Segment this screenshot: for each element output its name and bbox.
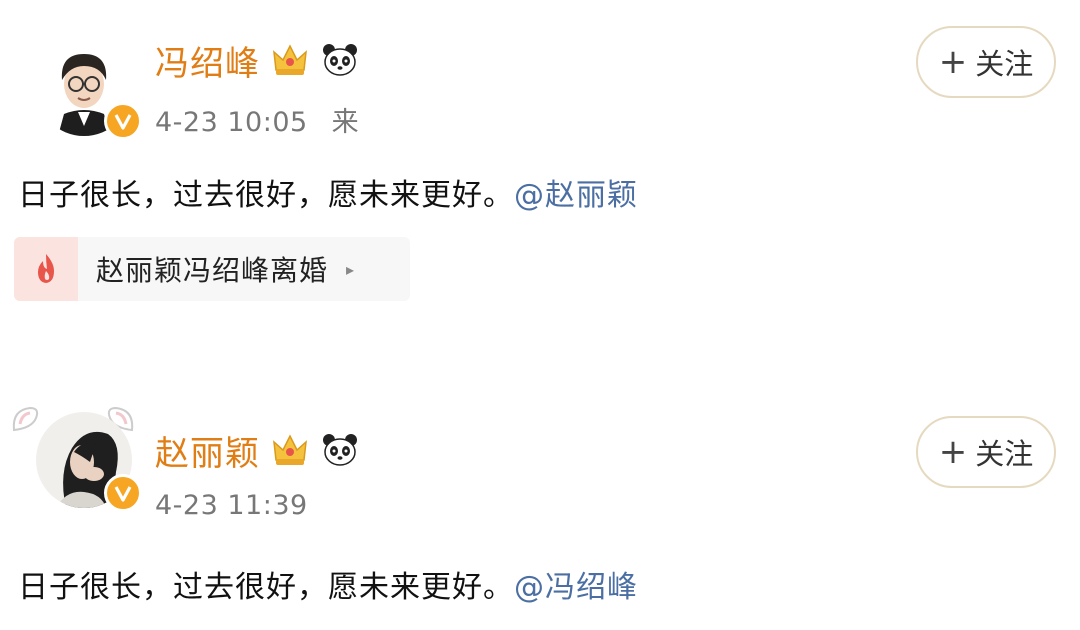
post-source: 来 [331, 107, 360, 138]
post-meta: 4-23 10:05 来 [155, 100, 383, 139]
follow-label: 关注 [975, 437, 1034, 471]
mention-link[interactable]: @冯绍峰 [514, 570, 638, 605]
post-time: 4-23 10:05 [155, 107, 308, 138]
post-time: 4-23 11:39 [155, 490, 308, 521]
bunny-ear-icon [12, 406, 39, 432]
weibo-post: 赵丽颖 4-23 11:39 + 关注 日子很长，过去很好，愿未来更好。@冯绍峰 [0, 392, 1080, 630]
post-meta: 4-23 11:39 [155, 490, 332, 521]
follow-button[interactable]: + 关注 [916, 416, 1056, 488]
author-name[interactable]: 冯绍峰 [155, 36, 260, 85]
author-avatar-wrap[interactable] [12, 406, 142, 512]
follow-label: 关注 [975, 47, 1034, 81]
verified-badge-icon [104, 102, 142, 140]
crown-icon [270, 430, 310, 470]
post-text: 日子很长，过去很好，愿未来更好。@赵丽颖 [18, 170, 638, 214]
verified-badge-icon [104, 474, 142, 512]
plus-icon: + [938, 432, 968, 472]
author-row: 冯绍峰 [155, 36, 360, 85]
panda-icon [320, 430, 360, 470]
topic-label: 赵丽颖冯绍峰离婚 [96, 254, 329, 287]
crown-icon [270, 40, 310, 80]
chevron-right-icon: ▸ [346, 259, 355, 279]
author-row: 赵丽颖 [155, 426, 360, 475]
mention-link[interactable]: @赵丽颖 [514, 178, 638, 213]
author-name[interactable]: 赵丽颖 [155, 426, 260, 475]
fire-icon [14, 237, 78, 301]
post-body: 日子很长，过去很好，愿未来更好。 [18, 570, 514, 605]
post-text: 日子很长，过去很好，愿未来更好。@冯绍峰 [18, 562, 638, 606]
weibo-post: 冯绍峰 4-23 10:05 来 + 关注 日子很长，过去很好，愿未来更好。@赵… [0, 0, 1080, 330]
author-avatar-wrap[interactable] [18, 40, 142, 140]
follow-button[interactable]: + 关注 [916, 26, 1056, 98]
topic-card[interactable]: 赵丽颖冯绍峰离婚 ▸ [14, 237, 410, 301]
plus-icon: + [938, 42, 968, 82]
post-body: 日子很长，过去很好，愿未来更好。 [18, 178, 514, 213]
panda-icon [320, 40, 360, 80]
